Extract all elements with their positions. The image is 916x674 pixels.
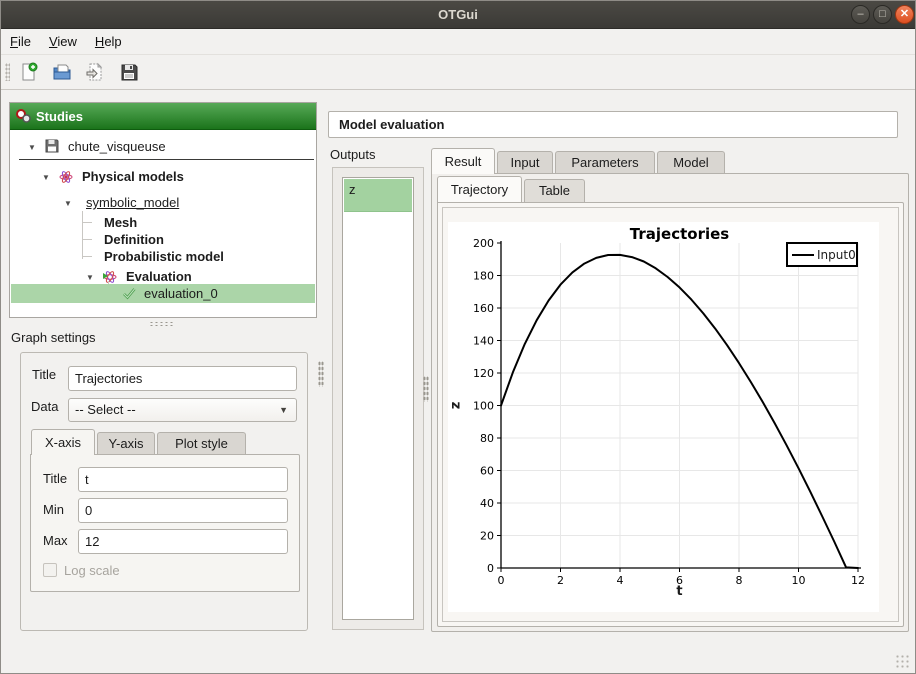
menubar: File View Help	[1, 29, 915, 55]
graph-settings-title: Graph settings	[11, 330, 96, 345]
studies-logo-icon	[16, 109, 32, 125]
tree-item-probabilistic-model[interactable]: Probabilistic model	[104, 248, 224, 266]
svg-text:80: 80	[480, 432, 494, 445]
chevron-down-icon[interactable]: ▼	[64, 195, 72, 213]
tree-connector	[82, 211, 83, 259]
data-select-value: -- Select --	[75, 402, 136, 417]
chevron-down-icon: ▼	[279, 399, 288, 421]
app-window: OTGui – □ ✕ File View Help	[0, 0, 916, 674]
svg-text:160: 160	[473, 302, 494, 315]
open-study-icon	[49, 62, 75, 82]
window-resize-grip[interactable]	[895, 654, 911, 670]
legend-line-sample	[792, 254, 814, 256]
outputs-panel: z	[332, 167, 424, 630]
tree-item-label: chute_visqueuse	[68, 136, 166, 158]
tree-item-label: Definition	[104, 232, 164, 247]
menu-help[interactable]: Help	[86, 30, 131, 53]
chart-legend: Input0	[786, 242, 858, 267]
open-study-button[interactable]	[49, 60, 75, 84]
splitter-handle[interactable]	[423, 376, 429, 402]
atom-icon	[59, 170, 73, 189]
tree-item-label: evaluation_0	[144, 285, 218, 303]
tab-model[interactable]: Model	[657, 151, 725, 174]
success-check-icon	[122, 287, 136, 305]
toolbar	[1, 55, 915, 90]
svg-text:200: 200	[473, 237, 494, 250]
titlebar[interactable]: OTGui – □ ✕	[1, 1, 915, 29]
tree-item-label: Probabilistic model	[104, 249, 224, 264]
import-script-icon	[82, 62, 108, 82]
output-item-selected[interactable]: z	[344, 179, 412, 212]
log-scale-checkbox[interactable]	[43, 563, 57, 577]
menu-view[interactable]: View	[40, 30, 86, 53]
graph-title-input[interactable]	[68, 366, 297, 391]
save-button[interactable]	[116, 60, 142, 84]
chevron-down-icon[interactable]: ▼	[28, 137, 36, 159]
svg-text:100: 100	[473, 400, 494, 413]
floppy-icon	[45, 138, 59, 160]
window-title: OTGui	[1, 7, 915, 22]
axis-title-input[interactable]	[78, 467, 288, 492]
tree-item-evaluation-0-selected[interactable]: evaluation_0	[11, 284, 315, 303]
svg-text:20: 20	[480, 530, 494, 543]
studies-header: Studies	[10, 103, 316, 130]
tree-item-label: Physical models	[82, 168, 184, 186]
save-icon	[116, 62, 142, 82]
tree-item-study[interactable]: ▼ chute_visqueuse	[19, 136, 314, 160]
tab-x-axis[interactable]: X-axis	[31, 429, 95, 455]
tree-item-mesh[interactable]: Mesh	[104, 214, 137, 232]
menu-file[interactable]: File	[1, 30, 40, 53]
tab-plot-style[interactable]: Plot style	[157, 432, 246, 455]
svg-text:140: 140	[473, 335, 494, 348]
axis-title-label: Title	[43, 471, 67, 486]
tree-connector	[82, 256, 92, 257]
chart-title: Trajectories	[501, 225, 858, 243]
graph-settings-box: Title Data -- Select -- ▼ X-axis Y-axis …	[20, 352, 308, 631]
y-axis-label: z	[448, 402, 463, 410]
new-study-icon	[16, 62, 42, 82]
import-script-button[interactable]	[82, 60, 108, 84]
svg-text:0: 0	[487, 562, 494, 575]
tab-input[interactable]: Input	[497, 151, 553, 174]
chevron-down-icon[interactable]: ▼	[42, 169, 50, 187]
tab-result[interactable]: Result	[431, 148, 495, 174]
min-input[interactable]	[78, 498, 288, 523]
toolbar-drag-handle[interactable]	[5, 63, 10, 81]
minimize-icon[interactable]: –	[851, 5, 870, 24]
analysis-title-box: Model evaluation	[328, 111, 898, 138]
tree-connector	[82, 222, 92, 223]
tree-item-label: symbolic_model	[86, 194, 179, 212]
tree-connector	[82, 239, 92, 240]
trajectories-chart[interactable]: 024681012020406080100120140160180200 Tra…	[448, 222, 879, 612]
tab-trajectory[interactable]: Trajectory	[437, 176, 522, 202]
tab-y-axis[interactable]: Y-axis	[97, 432, 155, 455]
maximize-icon[interactable]: □	[873, 5, 892, 24]
x-axis-tab-pane: Title Min Max Log scale	[30, 454, 300, 592]
splitter-handle[interactable]	[149, 321, 175, 327]
studies-panel: Studies ▼ chute_visqueuse ▼	[9, 102, 317, 318]
svg-text:60: 60	[480, 465, 494, 478]
data-label: Data	[31, 399, 58, 414]
data-select-dropdown[interactable]: -- Select -- ▼	[68, 398, 297, 422]
max-input[interactable]	[78, 529, 288, 554]
svg-text:180: 180	[473, 270, 494, 283]
tree-item-definition[interactable]: Definition	[104, 231, 164, 249]
tab-table[interactable]: Table	[524, 179, 585, 202]
new-study-button[interactable]	[16, 60, 42, 84]
max-label: Max	[43, 533, 68, 548]
log-scale-label: Log scale	[64, 563, 120, 578]
x-axis-label: t	[501, 584, 858, 599]
title-label: Title	[32, 367, 56, 382]
tab-parameters[interactable]: Parameters	[555, 151, 655, 174]
legend-label: Input0	[817, 248, 856, 262]
splitter-handle[interactable]	[318, 361, 324, 387]
svg-text:120: 120	[473, 367, 494, 380]
svg-text:40: 40	[480, 497, 494, 510]
chart-plot-area: 024681012020406080100120140160180200	[448, 222, 879, 612]
close-icon[interactable]: ✕	[895, 5, 914, 24]
outputs-label: Outputs	[330, 147, 376, 162]
min-label: Min	[43, 502, 64, 517]
outputs-list[interactable]: z	[342, 177, 414, 620]
tree-item-label: Mesh	[104, 215, 137, 230]
